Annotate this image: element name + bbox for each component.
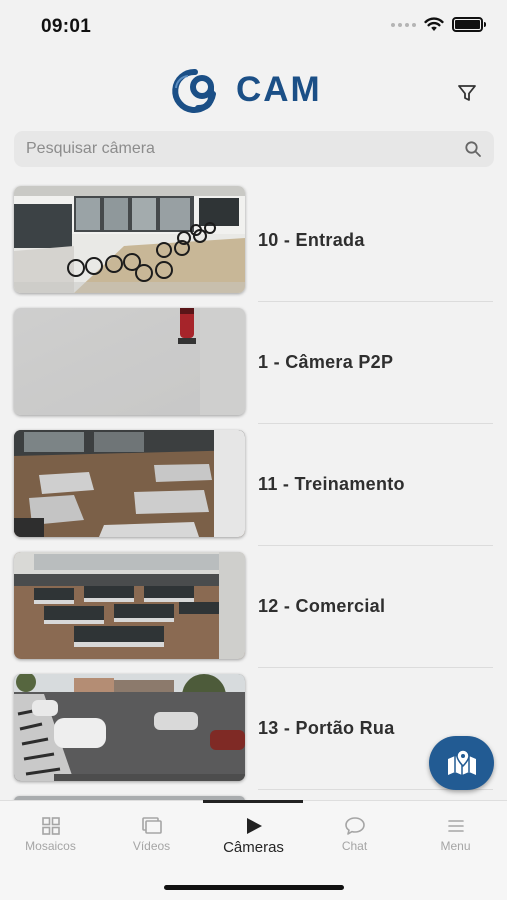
logo-text: CAM [236, 70, 322, 109]
tab-label: Mosaicos [25, 839, 76, 853]
camera-list: 10 - Entrada 1 - Câmera P2P 11 - Treinam… [0, 180, 507, 800]
camera-thumbnail[interactable] [14, 430, 245, 537]
wifi-icon [424, 17, 444, 31]
camera-list-item[interactable]: 10 - Entrada [0, 180, 507, 302]
camera-name: 10 - Entrada [258, 230, 365, 250]
tab-label: Câmeras [223, 839, 284, 856]
tab-label: Chat [341, 839, 368, 853]
play-icon [246, 818, 262, 834]
battery-icon [452, 17, 486, 32]
chat-bubble-icon [344, 817, 365, 835]
camera-thumbnail[interactable] [14, 674, 245, 781]
camera-thumbnail[interactable] [14, 308, 245, 415]
camera-name: 13 - Portão Rua [258, 718, 395, 738]
tab-menu[interactable]: Menu [405, 815, 506, 853]
camera-thumbnail[interactable] [14, 552, 245, 659]
app-header: CAM [0, 66, 507, 122]
active-tab-indicator [203, 800, 303, 803]
camera-snapshot-image [14, 674, 245, 781]
filter-button[interactable] [456, 82, 480, 106]
camera-list-item[interactable]: 11 - Treinamento [0, 424, 507, 546]
map-button[interactable] [429, 736, 494, 790]
signal-dots-icon [391, 22, 416, 27]
nine-cam-logo [172, 68, 216, 113]
tab-videos[interactable]: Vídeos [101, 815, 202, 853]
map-pin-icon [447, 749, 476, 775]
home-indicator[interactable] [164, 885, 344, 890]
camera-snapshot-image [14, 308, 245, 415]
search-bar[interactable] [14, 131, 494, 167]
tab-label: Vídeos [132, 839, 171, 853]
status-icons [391, 17, 486, 32]
camera-snapshot-image [14, 430, 245, 537]
camera-name: 12 - Comercial [258, 596, 386, 616]
search-input[interactable] [26, 140, 464, 158]
camera-list-item[interactable]: 12 - Comercial [0, 546, 507, 668]
camera-thumbnail[interactable] [14, 186, 245, 293]
camera-snapshot-image [14, 186, 245, 293]
tab-chat[interactable]: Chat [304, 815, 405, 853]
tab-mosaicos[interactable]: Mosaicos [0, 815, 101, 853]
status-bar: 09:01 [0, 0, 507, 52]
camera-list-item-partial[interactable] [0, 790, 507, 800]
status-time: 09:01 [41, 16, 92, 37]
app-logo: CAM [168, 66, 322, 114]
camera-snapshot-image [14, 552, 245, 659]
camera-list-item[interactable]: 1 - Câmera P2P [0, 302, 507, 424]
tab-label: Menu [440, 839, 471, 853]
grid-icon [41, 817, 60, 835]
videos-icon [141, 817, 162, 834]
camera-name: 11 - Treinamento [258, 474, 405, 494]
search-icon[interactable] [464, 140, 482, 158]
hamburger-menu-icon [447, 820, 464, 832]
camera-name: 1 - Câmera P2P [258, 352, 394, 372]
tab-cameras[interactable]: Câmeras [203, 815, 304, 856]
filter-funnel-icon [458, 85, 476, 101]
